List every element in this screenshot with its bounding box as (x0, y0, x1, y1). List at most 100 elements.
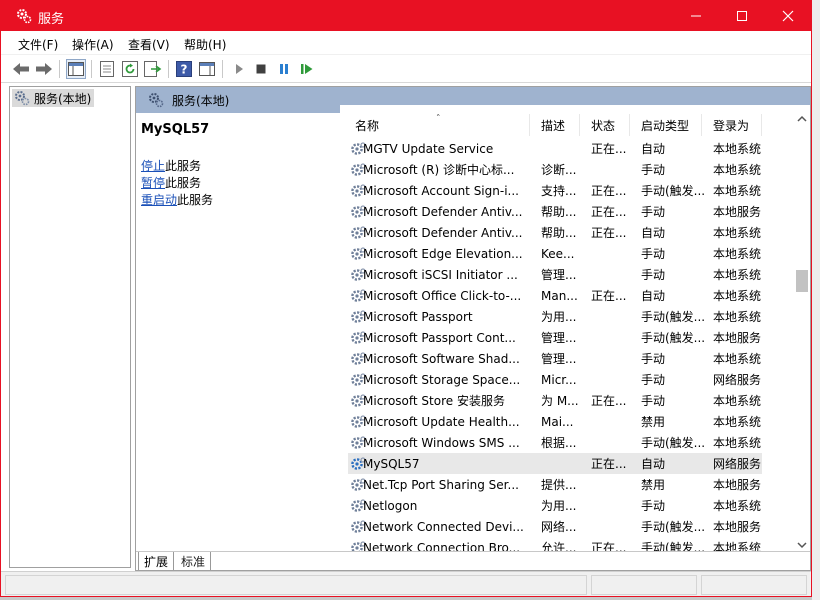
cell-desc: 网络... (541, 520, 577, 534)
table-row[interactable]: Microsoft iSCSI Initiator ... 管理... 手动 本地系统 (348, 264, 762, 285)
refresh-button[interactable] (120, 59, 140, 79)
cell-desc: 帮助... (541, 226, 577, 240)
tab-standard[interactable]: 标准 (176, 552, 212, 570)
column-header-name[interactable]: 名称 ˄ (344, 114, 530, 136)
cell-startup: 手动 (641, 205, 666, 219)
table-row[interactable]: Microsoft Windows SMS ... 根据... 手动(触发... 本地… (348, 432, 762, 453)
properties-icon (100, 61, 114, 77)
table-row[interactable]: Microsoft Update Health... Mai... 禁用 本地系统 (348, 411, 762, 432)
cell-desc: 诊断... (541, 163, 577, 177)
cell-name: Microsoft Software Shad... (363, 352, 520, 366)
cell-startup: 手动(触发... (641, 184, 706, 198)
scrollbar-thumb[interactable] (796, 269, 808, 292)
tab-extended[interactable]: 扩展 (138, 552, 175, 570)
cell-name: Microsoft Defender Antiv... (363, 226, 523, 240)
table-row[interactable]: MySQL57 正在... 自动 网络服务 (348, 453, 762, 474)
toolbar: ? (1, 55, 811, 83)
status-segment (591, 575, 697, 595)
table-row[interactable]: Microsoft Defender Antiv... 帮助... 正在... 手动 本… (348, 201, 762, 222)
pause-service-link[interactable]: 暂停 (141, 176, 165, 190)
table-row[interactable]: MGTV Update Service 正在... 自动 本地系统 (348, 138, 762, 159)
action-suffix: 此服务 (165, 176, 202, 190)
cell-startup: 禁用 (641, 478, 666, 492)
table-row[interactable]: Microsoft Edge Elevation... Kee... 手动 本地系统 (348, 243, 762, 264)
services-gear-icon (15, 91, 30, 106)
column-header-status[interactable]: 状态 (580, 114, 630, 136)
table-row[interactable]: Microsoft Passport 为用... 手动(触发... 本地系统 (348, 306, 762, 327)
tree-item-services-local[interactable]: 服务(本地) (12, 89, 95, 107)
cell-startup: 手动(触发... (641, 520, 706, 534)
scroll-down-icon[interactable] (797, 541, 807, 549)
cell-desc: 帮助... (541, 205, 577, 219)
close-icon (782, 10, 794, 22)
cell-logon: 本地服务 (713, 520, 762, 534)
menu-action[interactable]: 操作(A) (72, 36, 114, 53)
menu-help[interactable]: 帮助(H) (184, 36, 226, 53)
cell-startup: 手动(触发... (641, 436, 706, 450)
show-hide-action-pane-button[interactable] (197, 59, 217, 79)
export-list-button[interactable] (143, 59, 163, 79)
cell-desc: Micr... (541, 373, 577, 387)
back-button[interactable] (11, 59, 31, 79)
minimize-button[interactable] (673, 1, 719, 31)
cell-startup: 手动 (641, 394, 666, 408)
column-header-log-on-as[interactable]: 登录为 (702, 114, 762, 136)
forward-button[interactable] (34, 59, 54, 79)
cell-desc: 管理... (541, 352, 577, 366)
cell-logon: 本地系统 (713, 436, 762, 450)
table-row[interactable]: Netlogon 为用... 手动 本地系统 (348, 495, 762, 516)
table-row[interactable]: Network Connected Devi... 网络... 手动(触发... 本地… (348, 516, 762, 537)
start-service-button[interactable] (229, 59, 249, 79)
table-row[interactable]: Microsoft Store 安装服务 为 M... 正在... 手动 本地系统 (348, 390, 762, 411)
cell-logon: 本地系统 (713, 394, 762, 408)
scroll-up-icon[interactable] (797, 115, 807, 123)
stop-service-button[interactable] (251, 59, 271, 79)
cell-logon: 网络服务 (713, 373, 762, 387)
title-bar[interactable]: 服务 (1, 1, 811, 31)
table-row[interactable]: Microsoft (R) 诊断中心标... 诊断... 手动 本地系统 (348, 159, 762, 180)
cell-desc: 管理... (541, 331, 577, 345)
table-row[interactable]: Microsoft Office Click-to-... Man... 正在...… (348, 285, 762, 306)
show-hide-tree-button[interactable] (66, 59, 86, 79)
table-row[interactable]: Microsoft Passport Cont... 管理... 手动(触发... 本… (348, 327, 762, 348)
properties-button[interactable] (97, 59, 117, 79)
cell-status: 正在... (591, 289, 627, 303)
resume-service-button[interactable] (297, 59, 317, 79)
column-header-startup-type[interactable]: 启动类型 (630, 114, 702, 136)
table-row[interactable]: Microsoft Defender Antiv... 帮助... 正在... 自动 本… (348, 222, 762, 243)
action-restart: 重启动此服务 (141, 191, 213, 208)
cell-name: Microsoft (R) 诊断中心标... (363, 163, 515, 177)
start-service-icon (236, 64, 243, 74)
maximize-button[interactable] (719, 1, 765, 31)
column-header-description[interactable]: 描述 (530, 114, 580, 136)
view-tabs: 扩展 标准 (136, 551, 810, 570)
close-button[interactable] (765, 1, 811, 31)
cell-desc: 管理... (541, 268, 577, 282)
tree-item-label: 服务(本地) (34, 91, 92, 106)
menu-view[interactable]: 查看(V) (128, 36, 170, 53)
status-segment (5, 575, 587, 595)
menu-file[interactable]: 文件(F) (18, 36, 58, 53)
cell-name: Microsoft Passport (363, 310, 473, 324)
vertical-scrollbar[interactable] (794, 113, 810, 551)
table-row[interactable]: Microsoft Account Sign-i... 支持... 正在... 手动(… (348, 180, 762, 201)
table-row[interactable]: Microsoft Software Shad... 管理... 手动 本地系统 (348, 348, 762, 369)
cell-startup: 手动(触发... (641, 310, 706, 324)
cell-startup: 手动 (641, 163, 666, 177)
restart-service-link[interactable]: 重启动 (141, 193, 177, 207)
help-button[interactable]: ? (174, 59, 194, 79)
stop-service-link[interactable]: 停止 (141, 159, 165, 173)
action-suffix: 此服务 (165, 159, 202, 173)
cell-logon: 本地系统 (713, 247, 762, 261)
cell-logon: 本地系统 (713, 184, 762, 198)
sort-ascending-icon: ˄ (436, 114, 441, 124)
table-row[interactable]: Net.Tcp Port Sharing Ser... 提供... 禁用 本地服务 (348, 474, 762, 495)
cell-name: Microsoft iSCSI Initiator ... (363, 268, 518, 282)
cell-logon: 本地服务 (713, 205, 762, 219)
table-row[interactable]: Microsoft Storage Space... Micr... 手动 网络服务 (348, 369, 762, 390)
cell-logon: 本地系统 (713, 310, 762, 324)
pause-service-button[interactable] (274, 59, 294, 79)
cell-logon: 本地系统 (713, 142, 762, 156)
cell-status (591, 477, 633, 493)
cell-desc: 根据... (541, 436, 577, 450)
